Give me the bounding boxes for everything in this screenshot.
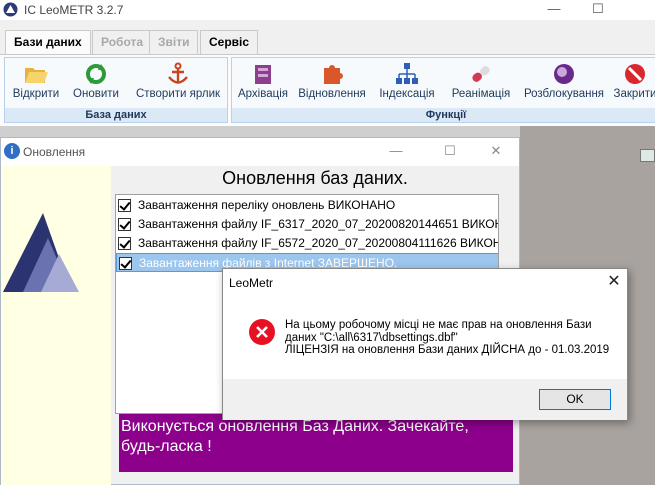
error-dialog: LeoMetr ✕ На цьому робочому місці не має… bbox=[222, 268, 628, 420]
dialog-message-line: ЛІЦЕНЗІЯ на оновлення Бази даних ДІЙСНА … bbox=[285, 344, 610, 356]
update-window-titlebar: i Оновлення — ☐ ✕ bbox=[1, 138, 519, 166]
dialog-message-line: На цьому робочому місці не має прав на о… bbox=[285, 319, 592, 331]
minimize-button[interactable]: — bbox=[534, 0, 574, 20]
group-functions: Архівація Відновлення Індексація Реаніма… bbox=[231, 57, 655, 123]
indexing-label: Індексація bbox=[379, 88, 435, 100]
update-close-button[interactable]: ✕ bbox=[481, 142, 511, 162]
ribbon: Відкрити Оновити Створити ярлик База дан… bbox=[0, 54, 655, 126]
app-title: IC LeoMETR 3.2.7 bbox=[24, 3, 124, 17]
no-entry-icon bbox=[625, 64, 645, 84]
status-message: Виконується оновлення Баз Даних. Зачекай… bbox=[119, 414, 513, 472]
list-item-text: Завантаження файлу IF_6317_2020_07_20200… bbox=[138, 217, 499, 231]
capsule-icon bbox=[472, 66, 490, 82]
dialog-message: На цьому робочому місці не має прав на о… bbox=[285, 319, 625, 357]
minimized-window-icon[interactable] bbox=[640, 149, 655, 162]
refresh-icon bbox=[86, 64, 106, 84]
tab-reports[interactable]: Звіти bbox=[149, 30, 199, 54]
app-logo-icon bbox=[3, 2, 18, 17]
logo-panel bbox=[1, 166, 111, 485]
list-item[interactable]: Завантаження файлу IF_6317_2020_07_20200… bbox=[116, 215, 499, 234]
archive-button[interactable]: Архівація bbox=[234, 62, 292, 106]
close-db-button[interactable]: Закрити bbox=[612, 62, 655, 106]
app-titlebar: IC LeoMETR 3.2.7 — ☐ bbox=[0, 0, 655, 20]
update-window-title: Оновлення bbox=[23, 145, 86, 159]
restore-button[interactable]: Відновлення bbox=[294, 62, 370, 106]
close-db-label: Закрити bbox=[613, 88, 655, 100]
dialog-title: LeoMetr bbox=[229, 276, 274, 290]
update-heading: Оновлення баз даних. bbox=[222, 168, 408, 188]
list-item-text: Завантаження переліку оновлень ВИКОНАНО bbox=[138, 198, 396, 212]
create-shortcut-button[interactable]: Створити ярлик bbox=[129, 62, 227, 106]
error-icon bbox=[249, 319, 275, 345]
open-button[interactable]: Відкрити bbox=[7, 62, 65, 106]
unlock-button[interactable]: Розблокування bbox=[520, 62, 608, 106]
list-item-text: Завантаження файлу IF_6572_2020_07_20200… bbox=[138, 236, 499, 250]
reanimate-button[interactable]: Реанімація bbox=[446, 62, 516, 106]
leometr-logo-icon bbox=[3, 213, 79, 292]
restore-label: Відновлення bbox=[298, 88, 366, 100]
tab-service[interactable]: Сервіс bbox=[200, 30, 259, 54]
archive-label: Архівація bbox=[238, 88, 288, 100]
anchor-icon bbox=[168, 62, 188, 84]
tab-databases[interactable]: Бази даних bbox=[5, 30, 91, 55]
info-icon: i bbox=[4, 143, 20, 159]
update-maximize-button[interactable]: ☐ bbox=[435, 142, 465, 162]
unlock-label: Розблокування bbox=[523, 88, 605, 100]
dialog-message-line: даних "C:\all\6317\dbsettings.dbf" bbox=[285, 331, 458, 344]
reanimate-label: Реанімація bbox=[451, 88, 511, 100]
indexing-button[interactable]: Індексація bbox=[376, 62, 438, 106]
create-shortcut-label: Створити ярлик bbox=[135, 88, 221, 100]
tab-work[interactable]: Робота bbox=[92, 30, 153, 54]
disc-icon bbox=[554, 64, 574, 84]
group-database: Відкрити Оновити Створити ярлик База дан… bbox=[4, 57, 228, 123]
checkbox[interactable] bbox=[119, 257, 132, 270]
update-minimize-button[interactable]: — bbox=[381, 142, 411, 162]
checkbox[interactable] bbox=[118, 237, 131, 250]
group-functions-label: Функції bbox=[232, 108, 655, 122]
checkbox[interactable] bbox=[118, 199, 131, 212]
ok-button[interactable]: OK bbox=[539, 389, 611, 410]
dialog-close-button[interactable]: ✕ bbox=[601, 271, 627, 293]
open-label: Відкрити bbox=[12, 88, 60, 100]
dialog-footer: OK bbox=[223, 379, 627, 420]
list-item[interactable]: Завантаження файлу IF_6572_2020_07_20200… bbox=[116, 234, 499, 253]
group-database-label: База даних bbox=[5, 108, 227, 122]
list-item[interactable]: Завантаження переліку оновлень ВИКОНАНО bbox=[116, 196, 498, 215]
hierarchy-icon bbox=[396, 63, 418, 84]
maximize-button[interactable]: ☐ bbox=[578, 0, 618, 20]
checkbox[interactable] bbox=[118, 218, 131, 231]
archive-icon bbox=[255, 65, 271, 84]
folder-open-icon bbox=[25, 68, 48, 83]
refresh-label: Оновити bbox=[73, 88, 119, 100]
refresh-button[interactable]: Оновити bbox=[67, 62, 125, 106]
puzzle-icon bbox=[324, 65, 343, 84]
